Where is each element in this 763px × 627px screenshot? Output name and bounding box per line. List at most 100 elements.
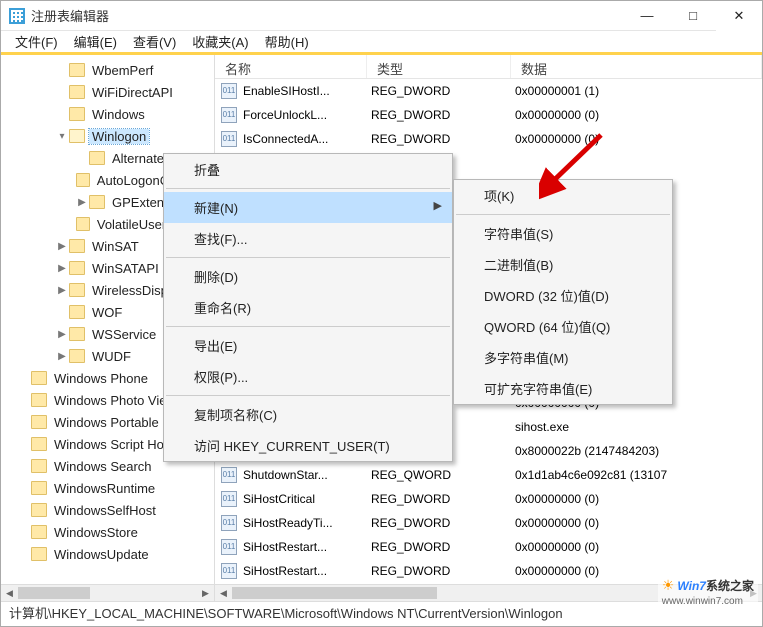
folder-icon (31, 371, 47, 385)
menu-item[interactable]: 收藏夹(A) (184, 30, 256, 53)
window-title: 注册表编辑器 (31, 6, 624, 25)
folder-icon (69, 85, 85, 99)
list-row[interactable]: 011EnableSIHostI...REG_DWORD0x00000001 (… (215, 79, 762, 103)
value-data: 0x1d1ab4c6e092c81 (13107 (511, 468, 762, 482)
folder-icon (69, 261, 85, 275)
value-type: REG_DWORD (367, 132, 511, 146)
value-type: REG_QWORD (367, 468, 511, 482)
folder-icon (69, 283, 85, 297)
menu-item[interactable]: 重命名(R) (164, 292, 452, 323)
header-type[interactable]: 类型 (367, 55, 511, 78)
tree-item[interactable]: WindowsUpdate (1, 543, 214, 565)
menu-item[interactable]: 多字符串值(M) (454, 342, 672, 373)
tree-label: WindowsSelfHost (51, 503, 159, 518)
menu-item[interactable]: 权限(P)... (164, 361, 452, 392)
tree-item[interactable]: Windows (1, 103, 214, 125)
value-type: REG_DWORD (367, 492, 511, 506)
maximize-button[interactable]: □ (670, 1, 716, 31)
expand-icon[interactable]: ▶ (55, 241, 69, 252)
value-type: REG_DWORD (367, 84, 511, 98)
tree-item[interactable]: WbemPerf (1, 59, 214, 81)
header-data[interactable]: 数据 (511, 55, 762, 78)
menu-separator (166, 326, 450, 327)
value-type: REG_DWORD (367, 540, 511, 554)
menu-item[interactable]: QWORD (64 位)值(Q) (454, 311, 672, 342)
list-row[interactable]: 011SiHostCriticalREG_DWORD0x00000000 (0) (215, 487, 762, 511)
menu-item[interactable]: 项(K) (454, 180, 672, 211)
menu-item[interactable]: 复制项名称(C) (164, 399, 452, 430)
folder-icon (31, 547, 47, 561)
menu-item[interactable]: 文件(F) (7, 30, 66, 53)
tree-label: WinSATAPI (89, 261, 162, 276)
menu-item[interactable]: 折叠 (164, 154, 452, 185)
expand-icon[interactable]: ▶ (55, 285, 69, 296)
expand-icon[interactable]: ▾ (55, 131, 69, 142)
list-row[interactable]: 011SiHostReadyTi...REG_DWORD0x00000000 (… (215, 511, 762, 535)
menu-item[interactable]: 可扩充字符串值(E) (454, 373, 672, 404)
expand-icon[interactable]: ▶ (55, 263, 69, 274)
list-row[interactable]: 011ShutdownStar...REG_QWORD0x1d1ab4c6e09… (215, 463, 762, 487)
list-row[interactable]: 011ForceUnlockL...REG_DWORD0x00000000 (0… (215, 103, 762, 127)
header-name[interactable]: 名称 (215, 55, 367, 78)
minimize-button[interactable]: — (624, 1, 670, 31)
context-submenu-new[interactable]: 项(K) 字符串值(S)二进制值(B)DWORD (32 位)值(D)QWORD … (453, 179, 673, 405)
menu-item[interactable]: 新建(N)▶ (164, 192, 452, 223)
tree-label: Windows Phone (51, 371, 151, 386)
list-row[interactable]: 011SiHostRestart...REG_DWORD0x00000000 (… (215, 535, 762, 559)
binary-value-icon: 011 (221, 539, 237, 555)
binary-value-icon: 011 (221, 515, 237, 531)
folder-icon (69, 107, 85, 121)
value-name: SiHostCritical (243, 492, 315, 506)
menu-item[interactable]: DWORD (32 位)值(D) (454, 280, 672, 311)
menu-item[interactable]: 编辑(E) (66, 30, 125, 53)
tree-item[interactable]: WindowsStore (1, 521, 214, 543)
binary-value-icon: 011 (221, 563, 237, 579)
folder-icon (31, 437, 47, 451)
context-menu-key[interactable]: 折叠新建(N)▶查找(F)... 删除(D)重命名(R) 导出(E)权限(P)...… (163, 153, 453, 462)
menu-item[interactable]: 导出(E) (164, 330, 452, 361)
menu-separator (456, 214, 670, 215)
value-data: 0x00000001 (1) (511, 84, 762, 98)
tree-scroll-x[interactable]: ◀ ▶ (1, 584, 214, 601)
tree-label: WSService (89, 327, 159, 342)
menu-item[interactable]: 字符串值(S) (454, 218, 672, 249)
menu-item[interactable]: 查看(V) (125, 30, 184, 53)
tree-item[interactable]: WindowsRuntime (1, 477, 214, 499)
menu-item[interactable]: 帮助(H) (257, 30, 317, 53)
value-data: 0x00000000 (0) (511, 132, 762, 146)
binary-value-icon: 011 (221, 131, 237, 147)
expand-icon[interactable]: ▶ (55, 351, 69, 362)
value-type: REG_DWORD (367, 108, 511, 122)
window-buttons: — □ ✕ (624, 1, 762, 31)
expand-icon[interactable]: ▶ (55, 329, 69, 340)
menu-item[interactable]: 删除(D) (164, 261, 452, 292)
scroll-right-icon[interactable]: ▶ (197, 585, 214, 601)
folder-icon (31, 393, 47, 407)
folder-icon (31, 459, 47, 473)
tree-item[interactable]: WindowsSelfHost (1, 499, 214, 521)
binary-value-icon: 011 (221, 467, 237, 483)
scroll-left-icon[interactable]: ◀ (1, 585, 18, 601)
folder-icon (31, 525, 47, 539)
folder-icon (69, 305, 85, 319)
folder-icon (69, 327, 85, 341)
watermark: ☀ Win7系统之家 www.winwin7.com (658, 576, 758, 608)
tree-item[interactable]: ▾ Winlogon (1, 125, 214, 147)
tree-label: WbemPerf (89, 63, 156, 78)
tree-label: WindowsRuntime (51, 481, 158, 496)
folder-icon (76, 173, 90, 187)
tree-label: WindowsUpdate (51, 547, 152, 562)
tree-item[interactable]: WiFiDirectAPI (1, 81, 214, 103)
expand-icon[interactable]: ▶ (75, 197, 89, 208)
tree-label: Winlogon (89, 129, 149, 144)
menu-item[interactable]: 访问 HKEY_CURRENT_USER(T) (164, 430, 452, 461)
tree-label: Windows Search (51, 459, 155, 474)
list-row[interactable]: 011IsConnectedA...REG_DWORD0x00000000 (0… (215, 127, 762, 151)
menu-item[interactable]: 二进制值(B) (454, 249, 672, 280)
tree-label: WinSAT (89, 239, 142, 254)
value-name: ForceUnlockL... (243, 108, 327, 122)
menu-item[interactable]: 查找(F)... (164, 223, 452, 254)
tree-label: WiFiDirectAPI (89, 85, 176, 100)
scroll-left-icon[interactable]: ◀ (215, 585, 232, 601)
close-button[interactable]: ✕ (716, 1, 762, 31)
